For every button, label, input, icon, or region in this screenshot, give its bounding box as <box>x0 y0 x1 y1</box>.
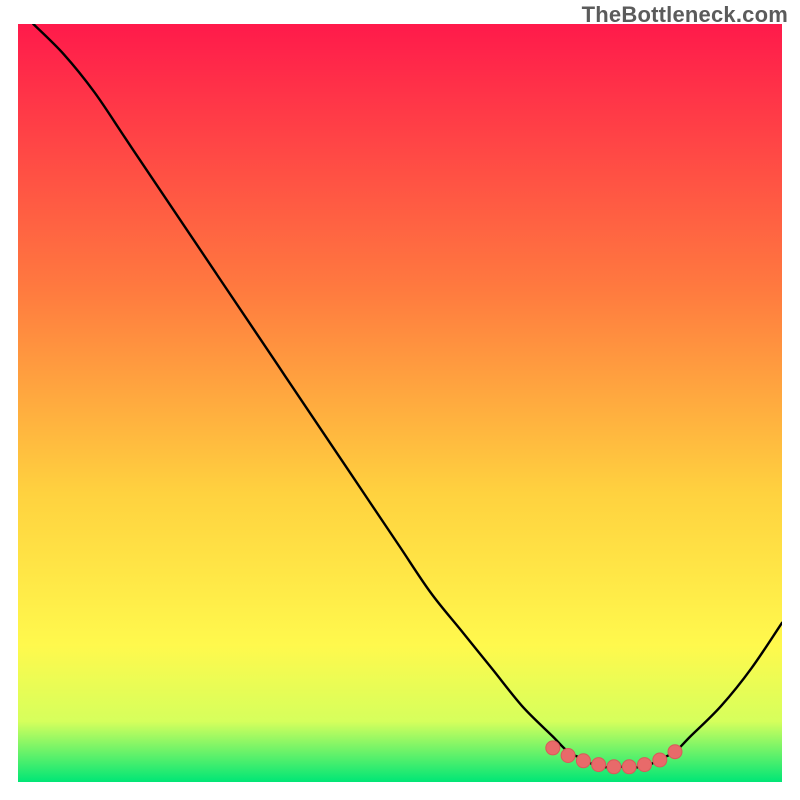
sweet-spot-dot <box>638 758 652 772</box>
sweet-spot-dot <box>576 754 590 768</box>
sweet-spot-dot <box>668 745 682 759</box>
watermark-text: TheBottleneck.com <box>582 2 788 28</box>
sweet-spot-dot <box>622 760 636 774</box>
sweet-spot-dot <box>592 758 606 772</box>
chart-stage: TheBottleneck.com <box>0 0 800 800</box>
frame-right <box>782 0 800 800</box>
frame-left <box>0 0 18 800</box>
sweet-spot-dot <box>653 753 667 767</box>
sweet-spot-dot <box>607 760 621 774</box>
bottleneck-chart <box>0 0 800 800</box>
frame-bottom <box>0 782 800 800</box>
sweet-spot-dot <box>546 741 560 755</box>
chart-bg-gradient <box>18 24 782 782</box>
sweet-spot-dot <box>561 749 575 763</box>
